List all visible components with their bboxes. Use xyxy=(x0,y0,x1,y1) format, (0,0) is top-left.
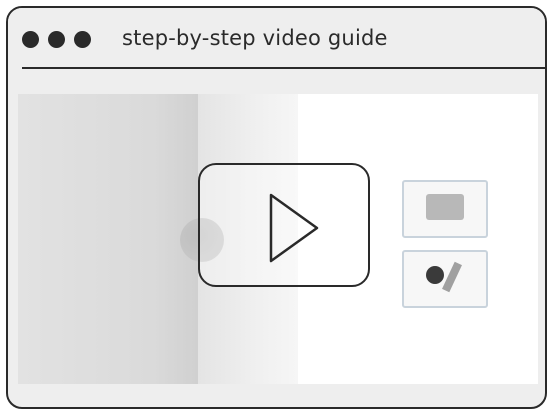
window-control-dot[interactable] xyxy=(22,31,39,48)
window-title: step-by-step video guide xyxy=(122,26,388,50)
tool-icon xyxy=(426,266,444,284)
window-control-dot[interactable] xyxy=(48,31,65,48)
play-button[interactable] xyxy=(198,163,370,287)
title-bar: step-by-step video guide xyxy=(8,8,545,68)
window-control-dot[interactable] xyxy=(74,31,91,48)
play-icon xyxy=(269,193,319,263)
screwdriver-icon xyxy=(442,261,462,293)
video-thumbnail-tools xyxy=(402,250,488,308)
drill-icon xyxy=(426,194,464,220)
title-divider xyxy=(22,67,545,69)
video-thumbnail-drill xyxy=(402,180,488,238)
video-frame-wall xyxy=(18,94,198,384)
